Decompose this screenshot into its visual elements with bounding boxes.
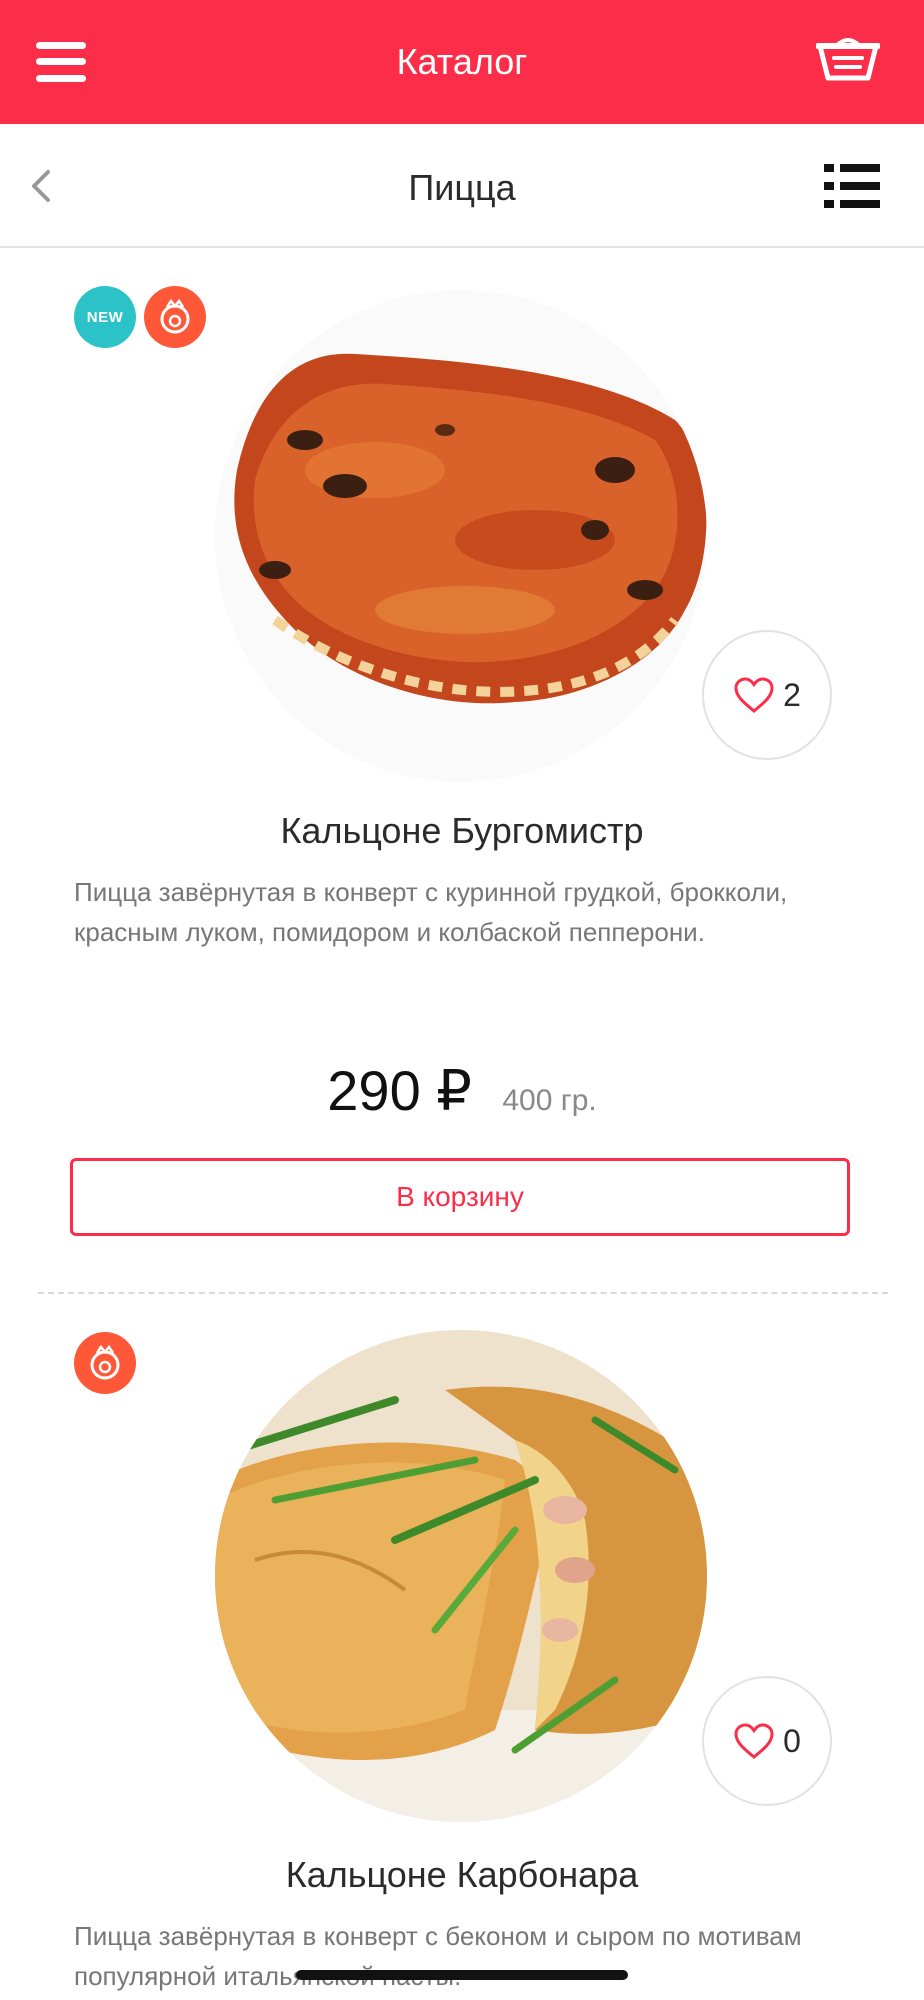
product-description: Пицца завёрнутая в конверт с куринной гр… [74,877,788,947]
mascot-badge-icon [74,1332,136,1394]
product-weight: 400 гр. [502,1084,597,1117]
heart-icon [734,1723,774,1759]
product-title: Кальцоне Карбонара [285,1854,639,1895]
list-view-icon[interactable] [824,164,880,208]
product-image[interactable] [215,1330,707,1822]
add-to-cart-button[interactable]: В корзину [70,1158,850,1236]
favorite-button[interactable]: 0 [702,1676,832,1806]
favorite-count: 2 [783,676,801,713]
product-card: NEW 2 Кальцоне Бургомистр Пицца завёрнут… [0,248,924,1288]
app-bar: Каталог [0,0,924,124]
product-description: Пицца завёрнутая в конверт с беконом и с… [74,1921,802,1991]
favorite-button[interactable]: 2 [702,630,832,760]
page-title: Каталог [396,41,528,82]
category-title: Пицца [408,167,516,208]
new-badge: NEW [74,286,136,348]
heart-icon [734,677,774,713]
home-indicator [296,1970,628,1980]
price-row: 290 ₽ 400 гр. [0,1058,924,1124]
mascot-badge-icon [144,286,206,348]
product-card: 0 Кальцоне Карбонара Пицца завёрнутая в … [0,1292,924,2000]
product-price: 290 ₽ [327,1059,472,1122]
product-image[interactable] [215,290,707,782]
basket-icon[interactable] [816,36,880,84]
category-header: Пицца [0,124,924,248]
favorite-count: 0 [783,1722,801,1759]
product-title: Кальцоне Бургомистр [280,810,644,851]
